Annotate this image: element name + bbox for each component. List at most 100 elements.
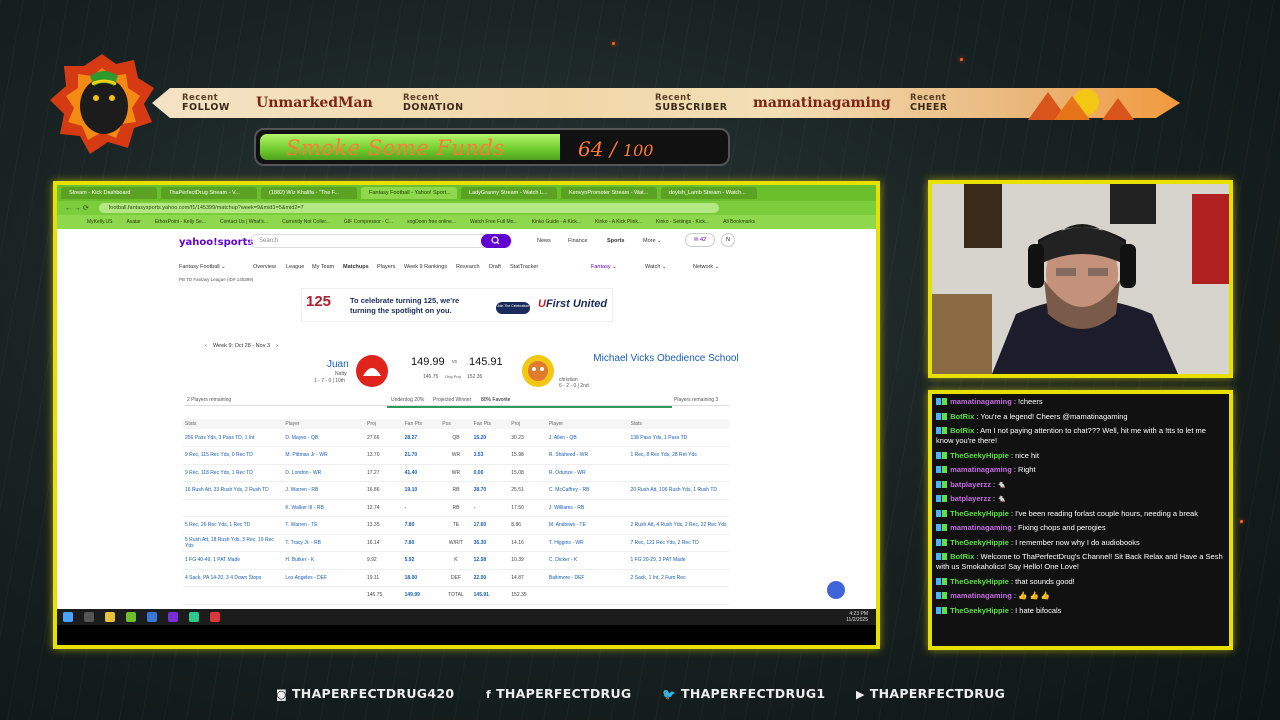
- player-link[interactable]: D. Mayes - QB: [283, 429, 365, 447]
- bookmark-item[interactable]: Contact Us | What's...: [220, 219, 268, 225]
- chrome-icon[interactable]: [105, 612, 115, 622]
- browser-tab[interactable]: (1882) Wiz Khalifa - "The F...: [261, 187, 357, 199]
- url-input[interactable]: football.fantasysports.yahoo.com/f1/1453…: [98, 203, 719, 213]
- player-link[interactable]: J. Williams - RB: [546, 499, 629, 517]
- ad-join-button[interactable]: Join The Celebration: [496, 302, 530, 314]
- profile-avatar[interactable]: N: [721, 233, 735, 247]
- player-link[interactable]: R. Odunze - WR: [546, 464, 629, 482]
- yahoo-sports-logo[interactable]: yahoo!sports: [179, 237, 253, 248]
- table-cell: -: [471, 499, 510, 517]
- chat-username[interactable]: TheGeekyHippie: [950, 606, 1009, 615]
- player-link[interactable]: K. Walker III - RB: [283, 499, 365, 517]
- week-selector[interactable]: ‹ Week 9: Oct 28 - Nov 3 ›: [205, 343, 278, 349]
- obs-icon[interactable]: [168, 612, 178, 622]
- subnav-players[interactable]: Players: [377, 264, 395, 270]
- player-link[interactable]: [546, 586, 629, 605]
- bookmark-item[interactable]: Kinko Guide - A Kick...: [532, 219, 581, 225]
- bookmark-item[interactable]: MyKelly.US: [87, 219, 112, 225]
- browser-tab[interactable]: doylsh_Lamb Stream - Watch...: [661, 187, 757, 199]
- bookmark-item[interactable]: Currently Not Coller...: [282, 219, 330, 225]
- player-link[interactable]: T. Tracy Jr. - RB: [283, 534, 365, 552]
- player-link[interactable]: M. Andrews - TE: [546, 516, 629, 535]
- chat-message: BotRix : Welcome to ThaPerfectDrug's Cha…: [936, 552, 1223, 571]
- player-link[interactable]: [283, 586, 365, 605]
- browser-tab[interactable]: LadyGranny Stream - Watch L...: [461, 187, 557, 199]
- player-link[interactable]: D. London - WR: [283, 464, 365, 482]
- subnav-network-menu[interactable]: Network ⌄: [693, 264, 719, 270]
- chat-username[interactable]: mamatinagaming: [950, 523, 1012, 532]
- chat-message: batplayerzz : 🐁: [936, 480, 1225, 490]
- matchup-table: Stats Player Proj Fan Pts Pos Fan Pts Proj Play…: [183, 419, 729, 605]
- store-icon[interactable]: [147, 612, 157, 622]
- search-input[interactable]: Search: [250, 234, 512, 248]
- advertisement-banner[interactable]: 125 To celebrate turning 125, we're turni…: [301, 288, 613, 322]
- chat-username[interactable]: BotRix: [950, 552, 974, 561]
- nav-finance[interactable]: Finance: [568, 238, 588, 244]
- bookmark-item[interactable]: Kinko - Settings - Kick...: [656, 219, 709, 225]
- chat-username[interactable]: BotRix: [950, 412, 974, 421]
- player-link[interactable]: M. Pittman Jr - WR: [283, 446, 365, 465]
- app-icon[interactable]: [189, 612, 199, 622]
- taskbar-clock[interactable]: 4:23 PM 11/2/2025: [846, 611, 868, 623]
- player-link[interactable]: Los Angeles - DEF: [283, 569, 365, 587]
- player-link[interactable]: T. Warren - TE: [283, 516, 365, 535]
- chat-username[interactable]: batplayerzz: [950, 480, 991, 489]
- search-taskbar-icon[interactable]: [84, 612, 94, 622]
- team-b-name[interactable]: Michael Vicks Obedience School: [591, 354, 741, 364]
- bookmark-item[interactable]: Avatar: [126, 219, 140, 225]
- nav-news[interactable]: News: [537, 238, 551, 244]
- help-chat-button[interactable]: [827, 581, 845, 599]
- nav-more[interactable]: More ⌄: [643, 238, 662, 244]
- browser-tab[interactable]: Stream - Kick Dashboard: [61, 187, 157, 199]
- subnav-my-team[interactable]: My Team: [312, 264, 334, 270]
- bookmark-item[interactable]: Watch Free Full Mo...: [470, 219, 518, 225]
- nav-arrows-icon[interactable]: ← → ⟳: [65, 204, 89, 212]
- subnav-stattracker[interactable]: StatTracker: [510, 264, 538, 270]
- badge-icon: [942, 592, 947, 599]
- bookmark-item[interactable]: Kinko - A Kick Plink...: [595, 219, 642, 225]
- player-link[interactable]: J. Allen - QB: [546, 429, 629, 447]
- player-link[interactable]: C. McCaffrey - RB: [546, 481, 629, 500]
- player-link[interactable]: T. Higgins - WR: [546, 534, 629, 552]
- subnav-rankings[interactable]: Week 9 Rankings: [404, 264, 447, 270]
- chat-username[interactable]: TheGeekyHippie: [950, 509, 1009, 518]
- chat-username[interactable]: mamatinagaming: [950, 591, 1012, 600]
- player-link[interactable]: C. Dicker - K: [546, 551, 629, 570]
- subnav-fantasy-menu[interactable]: Fantasy ⌄: [591, 264, 617, 270]
- bookmark-item[interactable]: EthosPoint - Kelly Se...: [155, 219, 206, 225]
- nav-sports[interactable]: Sports: [607, 238, 624, 244]
- chat-username[interactable]: TheGeekyHippie: [950, 538, 1009, 547]
- app-icon[interactable]: [210, 612, 220, 622]
- subnav-fantasy-football[interactable]: Fantasy Football ⌄: [179, 264, 226, 270]
- subnav-draft[interactable]: Draft: [489, 264, 501, 270]
- team-a-name[interactable]: Juan: [327, 359, 349, 370]
- subnav-overview[interactable]: Overview: [253, 264, 276, 270]
- search-button[interactable]: [481, 234, 511, 248]
- player-link[interactable]: R. Shaheed - WR: [546, 446, 629, 465]
- chat-username[interactable]: mamatinagaming: [950, 465, 1012, 474]
- mail-button[interactable]: ✉ 42: [685, 233, 715, 247]
- player-link[interactable]: J. Warren - RB: [283, 481, 365, 500]
- subnav-research[interactable]: Research: [456, 264, 480, 270]
- player-link[interactable]: H. Butker - K: [283, 551, 365, 570]
- file-explorer-icon[interactable]: [126, 612, 136, 622]
- chat-username[interactable]: TheGeekyHippie: [950, 451, 1009, 460]
- chat-username[interactable]: TheGeekyHippie: [950, 577, 1009, 586]
- subnav-matchups[interactable]: Matchups: [343, 264, 369, 270]
- browser-tab[interactable]: ThaPerfectDrug Stream - V...: [161, 187, 257, 199]
- browser-tab[interactable]: KenvynPromoter Stream - Wat...: [561, 187, 657, 199]
- browser-tab[interactable]: Fantasy Football - Yahoo! Sport...: [361, 187, 457, 199]
- bookmark-item[interactable]: sogDoon free online...: [407, 219, 456, 225]
- bookmark-item[interactable]: GIF Compressor - C...: [344, 219, 393, 225]
- player-link[interactable]: Baltimore - DEF: [546, 569, 629, 587]
- chat-username[interactable]: BotRix: [950, 426, 974, 435]
- subnav-league[interactable]: League: [286, 264, 304, 270]
- table-cell: -: [402, 499, 441, 517]
- bookmark-item[interactable]: All Bookmarks: [723, 219, 755, 225]
- subnav-watch-menu[interactable]: Watch ⌄: [645, 264, 667, 270]
- chat-username[interactable]: mamatinagaming: [950, 397, 1012, 406]
- league-breadcrumb[interactable]: PB TD Fantasy League (ID# 145399): [179, 277, 253, 282]
- windows-start-icon[interactable]: [63, 612, 73, 622]
- chat-message: mamatinagaming : Right: [936, 465, 1225, 475]
- chat-username[interactable]: batplayerzz: [950, 494, 991, 503]
